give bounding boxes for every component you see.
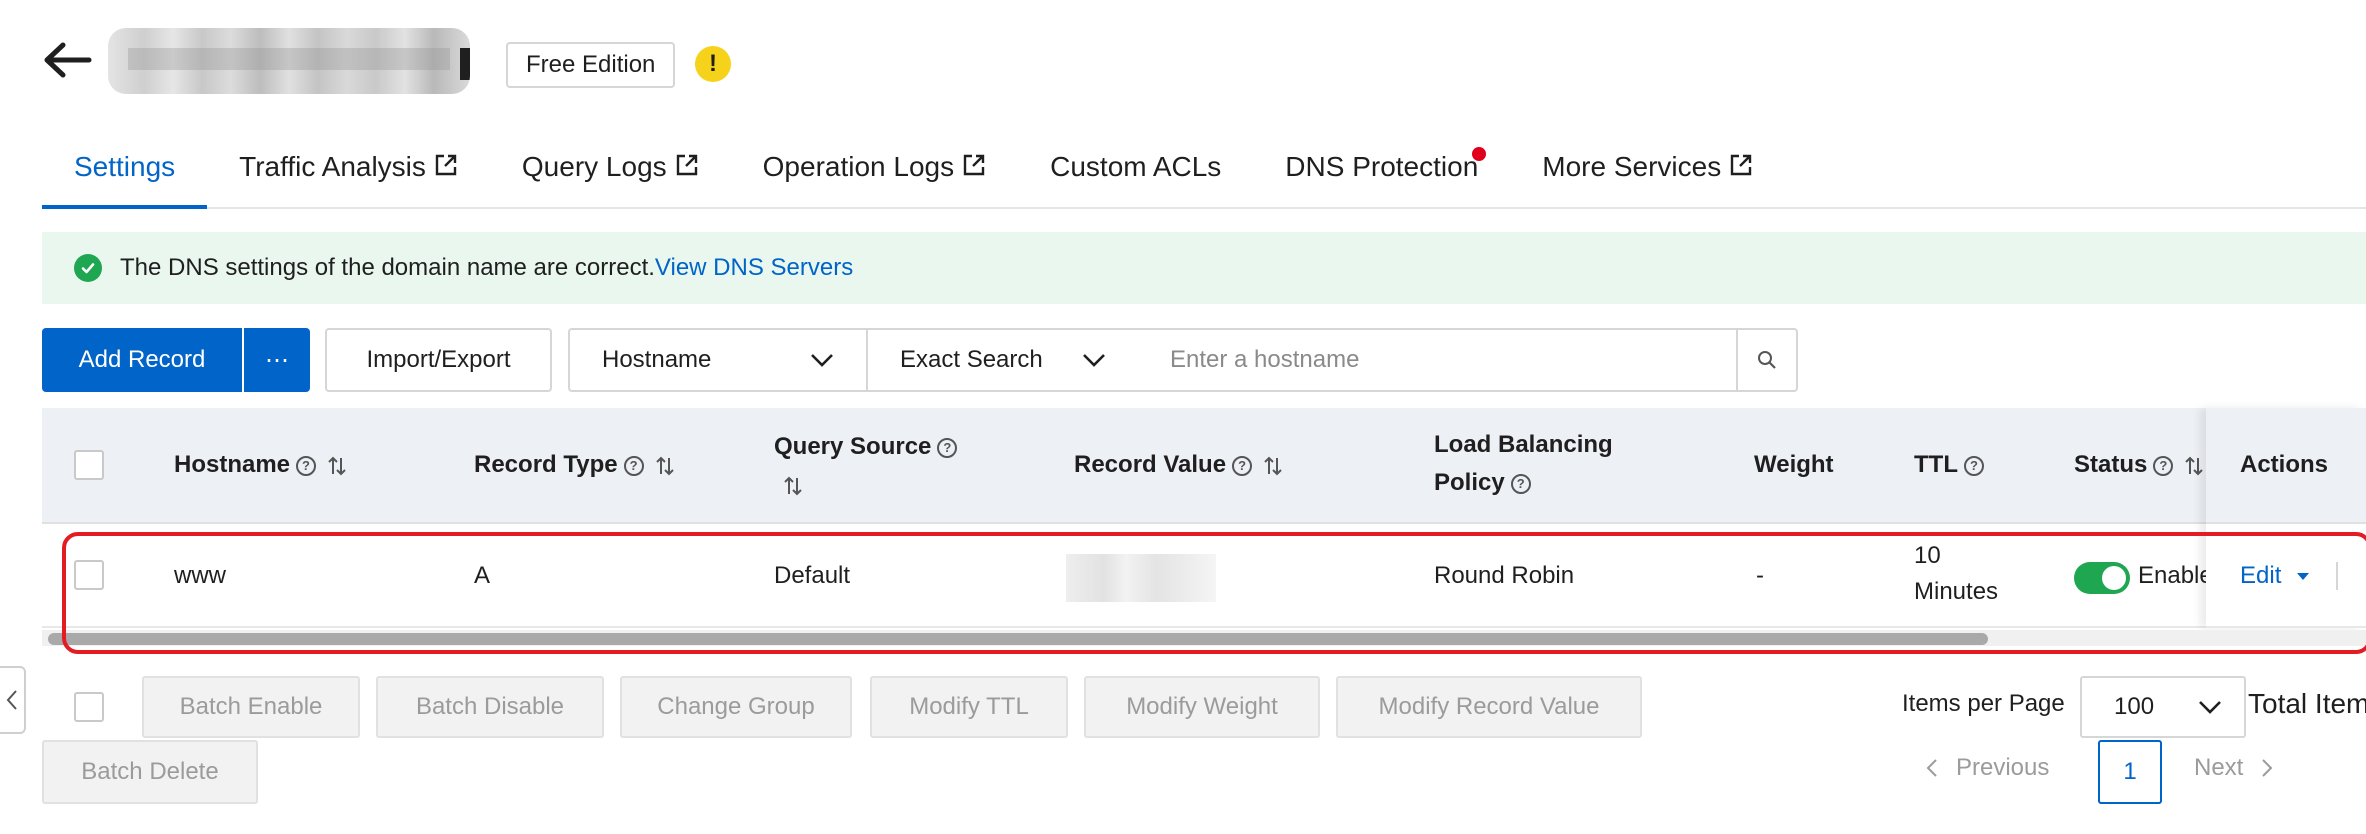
search-icon bbox=[1758, 351, 1776, 369]
next-page-button[interactable]: Next bbox=[2194, 754, 2273, 782]
tab-traffic-analysis[interactable]: Traffic Analysis bbox=[207, 135, 490, 207]
external-link-icon bbox=[963, 154, 985, 176]
col-query-source: Query Source? bbox=[774, 428, 958, 504]
modify-weight-button[interactable]: Modify Weight bbox=[1084, 676, 1320, 738]
more-options-button[interactable]: ⋯ bbox=[244, 328, 310, 392]
sort-icon[interactable] bbox=[654, 455, 676, 477]
total-items-label: Total Item bbox=[2248, 688, 2366, 719]
select-all-checkbox[interactable] bbox=[74, 450, 104, 480]
chevron-left-icon bbox=[1926, 759, 1937, 777]
page-number-button[interactable]: 1 bbox=[2098, 740, 2162, 804]
chevron-down-icon bbox=[2199, 701, 2221, 714]
batch-enable-button[interactable]: Batch Enable bbox=[142, 676, 360, 738]
col-record-value: Record Value? bbox=[1074, 446, 1284, 484]
match-type-select[interactable]: Exact Search bbox=[866, 328, 1140, 392]
modify-ttl-button[interactable]: Modify TTL bbox=[870, 676, 1068, 738]
col-actions: Actions bbox=[2240, 451, 2329, 478]
chevron-down-icon bbox=[1083, 354, 1105, 367]
table-header: Hostname? Record Type? Query Source? Rec… bbox=[42, 408, 2366, 524]
col-record-type: Record Type? bbox=[474, 446, 676, 484]
change-group-button[interactable]: Change Group bbox=[620, 676, 852, 738]
sort-icon[interactable] bbox=[326, 455, 348, 477]
chevron-right-icon bbox=[2262, 759, 2273, 777]
help-icon[interactable]: ? bbox=[2153, 455, 2174, 476]
alert-text: The DNS settings of the domain name are … bbox=[120, 254, 655, 281]
search-field-select[interactable]: Hostname bbox=[568, 328, 868, 392]
modify-record-value-button[interactable]: Modify Record Value bbox=[1336, 676, 1642, 738]
chevron-down-icon bbox=[811, 354, 833, 367]
help-icon[interactable]: ? bbox=[1963, 455, 1984, 476]
import-export-button[interactable]: Import/Export bbox=[325, 328, 552, 392]
row-highlight-annotation bbox=[62, 532, 2366, 654]
sidebar-collapse-toggle[interactable] bbox=[0, 666, 26, 734]
external-link-icon bbox=[1731, 154, 1752, 176]
sort-icon[interactable] bbox=[1262, 455, 1284, 477]
sort-icon[interactable] bbox=[2183, 455, 2205, 477]
items-per-page-select[interactable]: 100 bbox=[2080, 676, 2246, 738]
domain-name-redacted bbox=[108, 28, 470, 94]
tab-dns-protection[interactable]: DNS Protection bbox=[1253, 135, 1510, 207]
col-ttl: TTL? bbox=[1914, 446, 1984, 484]
chevron-left-icon bbox=[6, 690, 17, 710]
dns-status-alert: The DNS settings of the domain name are … bbox=[42, 232, 2366, 304]
tab-custom-acls[interactable]: Custom ACLs bbox=[1018, 135, 1253, 207]
external-link-icon bbox=[676, 154, 697, 176]
notification-dot bbox=[1472, 147, 1487, 161]
batch-disable-button[interactable]: Batch Disable bbox=[376, 676, 604, 738]
footer-select-all-checkbox[interactable] bbox=[74, 692, 104, 722]
check-circle-icon bbox=[74, 254, 102, 282]
help-icon[interactable]: ? bbox=[937, 437, 958, 458]
help-icon[interactable]: ? bbox=[1232, 455, 1253, 476]
help-icon[interactable]: ? bbox=[623, 455, 644, 476]
external-link-icon bbox=[435, 154, 457, 176]
batch-delete-button[interactable]: Batch Delete bbox=[42, 740, 258, 804]
tab-query-logs[interactable]: Query Logs bbox=[490, 135, 731, 207]
help-icon[interactable]: ? bbox=[296, 455, 317, 476]
warning-icon[interactable]: ! bbox=[695, 46, 731, 82]
add-record-button[interactable]: Add Record bbox=[42, 328, 242, 392]
tab-bar: Settings Traffic Analysis Query Logs Ope… bbox=[42, 135, 2366, 209]
hostname-search-input[interactable] bbox=[1138, 328, 1738, 392]
edition-badge: Free Edition bbox=[506, 42, 676, 88]
previous-page-button[interactable]: Previous bbox=[1926, 754, 2049, 782]
back-arrow-icon[interactable] bbox=[36, 28, 100, 92]
search-button[interactable] bbox=[1736, 328, 1798, 392]
col-load-balancing-policy: Load Balancing Policy? bbox=[1434, 431, 1613, 496]
tab-settings[interactable]: Settings bbox=[42, 135, 208, 209]
col-status: Status? bbox=[2074, 446, 2205, 484]
view-dns-servers-link[interactable]: View DNS Servers bbox=[655, 254, 853, 282]
tab-operation-logs[interactable]: Operation Logs bbox=[731, 135, 1018, 207]
col-hostname: Hostname? bbox=[174, 446, 348, 484]
tab-more-services[interactable]: More Services bbox=[1510, 135, 1785, 207]
items-per-page-label: Items per Page bbox=[1902, 690, 2065, 717]
col-weight: Weight bbox=[1754, 451, 1834, 478]
help-icon[interactable]: ? bbox=[1510, 473, 1531, 494]
sort-icon[interactable] bbox=[782, 475, 804, 497]
